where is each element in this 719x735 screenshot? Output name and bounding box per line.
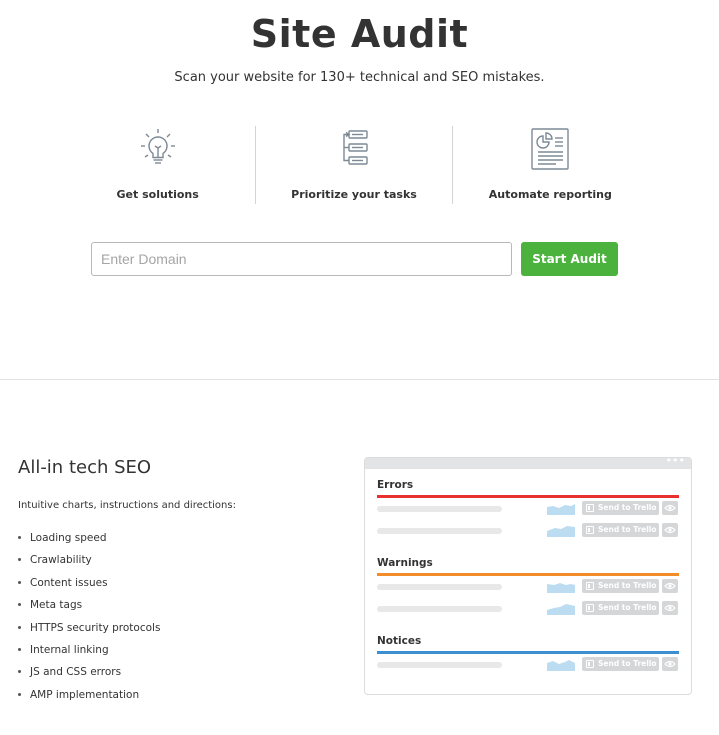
placeholder-bar [377, 506, 502, 512]
send-to-trello-button[interactable]: Send to Trello [582, 523, 659, 537]
issue-row: Send to Trello [377, 654, 679, 676]
list-item: Crawlability [18, 550, 160, 572]
trello-icon [586, 504, 594, 512]
sparkline-chart [547, 660, 575, 671]
domain-input[interactable] [91, 242, 512, 276]
trello-label: Send to Trello [598, 525, 657, 534]
placeholder-bar [377, 584, 502, 590]
issue-row: Send to Trello [377, 598, 679, 620]
trello-label: Send to Trello [598, 659, 657, 668]
list-item: AMP implementation [18, 685, 160, 707]
features-row: Get solutions Prioritize your tasks Auto… [60, 126, 648, 204]
placeholder-bar [377, 606, 502, 612]
page-subtitle: Scan your website for 130+ technical and… [174, 70, 545, 85]
eye-icon [664, 604, 676, 612]
feature-label: Prioritize your tasks [291, 188, 417, 201]
trello-icon [586, 604, 594, 612]
list-item: Loading speed [18, 528, 160, 550]
view-button[interactable] [662, 657, 678, 671]
trello-icon [586, 526, 594, 534]
eye-icon [664, 582, 676, 590]
eye-icon [664, 504, 676, 512]
audit-preview-panel: ••• Errors Send to Trello Send to Trello… [364, 457, 692, 695]
feature-label: Automate reporting [488, 188, 612, 201]
send-to-trello-button[interactable]: Send to Trello [582, 601, 659, 615]
feature-automate-reporting: Automate reporting [451, 126, 648, 204]
sparkline-chart [547, 604, 575, 615]
sparkline-chart [547, 526, 575, 537]
warnings-group: Warnings Send to Trello Send to Trello [377, 556, 679, 620]
eye-icon [664, 660, 676, 668]
list-item: Meta tags [18, 595, 160, 617]
trello-label: Send to Trello [598, 503, 657, 512]
eye-icon [664, 526, 676, 534]
issue-row: Send to Trello [377, 520, 679, 542]
view-button[interactable] [662, 601, 678, 615]
trello-label: Send to Trello [598, 581, 657, 590]
issue-row: Send to Trello [377, 498, 679, 520]
view-button[interactable] [662, 523, 678, 537]
section-description: Intuitive charts, instructions and direc… [18, 500, 236, 511]
placeholder-bar [377, 662, 502, 668]
send-to-trello-button[interactable]: Send to Trello [582, 657, 659, 671]
feature-list: Loading speed Crawlability Content issue… [18, 528, 160, 707]
page-title: Site Audit [250, 12, 469, 56]
send-to-trello-button[interactable]: Send to Trello [582, 579, 659, 593]
task-list-icon [343, 130, 368, 165]
issue-row: Send to Trello [377, 576, 679, 598]
feature-get-solutions: Get solutions [60, 126, 255, 204]
list-item: JS and CSS errors [18, 662, 160, 684]
trello-label: Send to Trello [598, 603, 657, 612]
view-button[interactable] [662, 501, 678, 515]
panel-header: ••• [365, 458, 691, 469]
group-title: Warnings [377, 557, 433, 569]
report-document-icon [531, 128, 570, 170]
send-to-trello-button[interactable]: Send to Trello [582, 501, 659, 515]
section-divider [0, 379, 719, 380]
feature-prioritize-tasks: Prioritize your tasks [255, 126, 451, 204]
placeholder-bar [377, 528, 502, 534]
view-button[interactable] [662, 579, 678, 593]
trello-icon [586, 582, 594, 590]
notices-group: Notices Send to Trello [377, 634, 679, 676]
errors-group: Errors Send to Trello Send to Trello [377, 478, 679, 542]
start-audit-button[interactable]: Start Audit [521, 242, 618, 276]
list-item: HTTPS security protocols [18, 618, 160, 640]
sparkline-chart [547, 583, 575, 593]
sparkline-chart [547, 504, 575, 515]
section-title: All-in tech SEO [18, 457, 152, 478]
list-item: Internal linking [18, 640, 160, 662]
more-dots-icon: ••• [665, 457, 685, 467]
feature-label: Get solutions [116, 188, 199, 201]
group-title: Errors [377, 479, 414, 491]
group-title: Notices [377, 635, 422, 647]
list-item: Content issues [18, 573, 160, 595]
lightbulb-icon [140, 129, 175, 164]
trello-icon [586, 660, 594, 668]
